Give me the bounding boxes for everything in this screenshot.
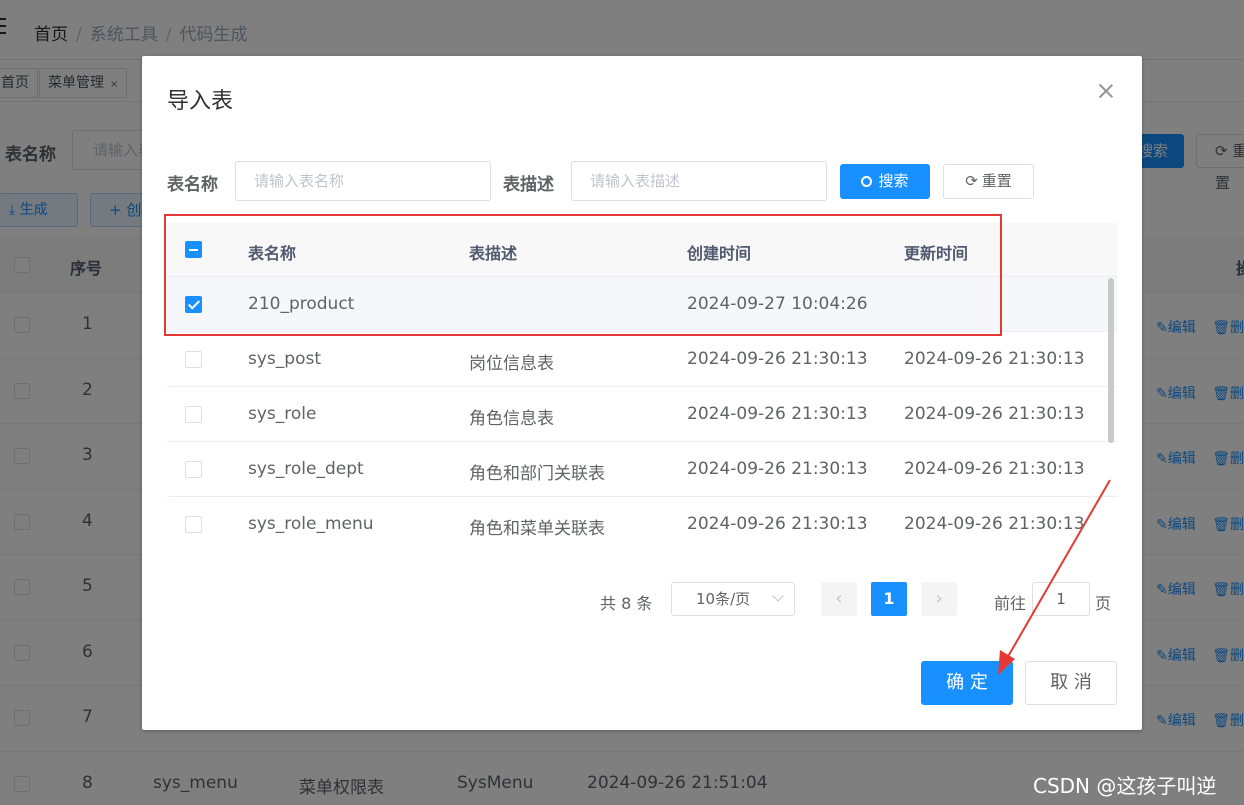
cancel-button[interactable]: 取 消 [1025,661,1117,705]
chevron-right-icon: › [935,588,943,609]
table-scrollbar[interactable] [1108,278,1114,443]
confirm-button[interactable]: 确 定 [921,661,1013,705]
table-row[interactable]: 210_product 2024-09-27 10:04:26 [167,277,1117,332]
goto-page-input[interactable]: 1 [1032,582,1090,616]
import-table-dialog: 导入表 表名称 表描述 搜索 ⟳重置 表名称 表描述 创建时间 更新时间 210… [142,56,1142,730]
table-row[interactable]: sys_role 角色信息表 2024-09-26 21:30:13 2024-… [167,387,1117,442]
pagination-total: 共 8 条 [600,594,653,613]
table-header: 表名称 表描述 创建时间 更新时间 [167,223,1117,277]
dialog-title: 导入表 [167,89,234,114]
table-row[interactable]: sys_role_menu 角色和菜单关联表 2024-09-26 21:30:… [167,497,1117,548]
col-table-name: 表名称 [248,244,297,263]
row-checkbox[interactable] [185,406,202,423]
chevron-left-icon: ‹ [835,588,843,609]
import-table: 表名称 表描述 创建时间 更新时间 210_product 2024-09-27… [167,223,1117,548]
prev-page-button[interactable]: ‹ [821,582,857,616]
table-row[interactable]: sys_post 岗位信息表 2024-09-26 21:30:13 2024-… [167,332,1117,387]
close-icon[interactable] [1097,82,1115,100]
row-checkbox[interactable] [185,516,202,533]
goto-label: 前往 [994,594,1027,613]
col-table-desc: 表描述 [469,244,518,263]
chevron-down-icon [772,590,784,602]
refresh-icon: ⟳ [965,172,978,190]
table-desc-input[interactable] [571,161,827,201]
watermark: CSDN @这孩子叫逆 [1033,774,1217,798]
col-create-time: 创建时间 [687,244,752,263]
reset-button[interactable]: ⟳ 重置 [943,164,1034,199]
search-icon [861,176,873,187]
page-number-button[interactable]: 1 [871,582,907,616]
search-button[interactable]: 搜索 [840,164,930,199]
col-update-time: 更新时间 [904,244,969,263]
table-name-label: 表名称 [167,175,218,195]
page-unit-label: 页 [1095,594,1112,613]
row-checkbox[interactable] [185,296,202,313]
page-size-select[interactable]: 10条/页 [671,582,795,616]
next-page-button[interactable]: › [921,582,957,616]
select-all-checkbox[interactable] [185,241,202,258]
table-row[interactable]: sys_role_dept 角色和部门关联表 2024-09-26 21:30:… [167,442,1117,497]
table-desc-label: 表描述 [503,175,554,195]
table-name-input[interactable] [235,161,491,201]
row-checkbox[interactable] [185,351,202,368]
row-checkbox[interactable] [185,461,202,478]
